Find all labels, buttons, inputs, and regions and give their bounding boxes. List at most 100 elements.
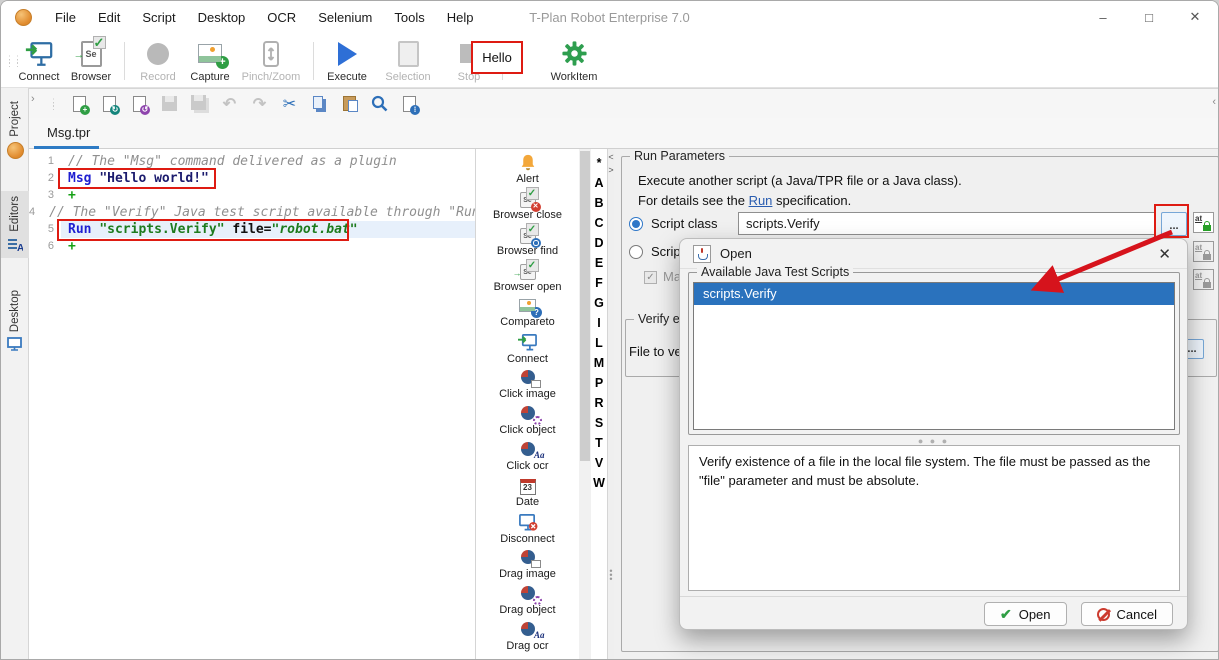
- menu-help[interactable]: Help: [436, 1, 485, 34]
- letter-index-b[interactable]: B: [591, 193, 607, 213]
- sidebar-tab-editors[interactable]: EditorsA: [1, 191, 29, 258]
- paste-button[interactable]: [340, 94, 359, 114]
- letter-index-f[interactable]: F: [591, 273, 607, 293]
- toolbar-overflow-chevron[interactable]: ›: [31, 93, 35, 105]
- save-all-button: [190, 94, 209, 114]
- toolbar-connect-button[interactable]: Connect: [13, 39, 65, 83]
- toolbar-separator: [313, 42, 314, 80]
- command-browser-open[interactable]: Se✓→Browser open: [476, 259, 579, 295]
- run-settings-button[interactable]: ⁝: [400, 94, 419, 114]
- command-disconnect[interactable]: Disconnect: [476, 511, 579, 547]
- run-parameters-title: Run Parameters: [630, 149, 729, 163]
- menu-selenium[interactable]: Selenium: [307, 1, 383, 34]
- dialog-close-icon[interactable]: ✕: [1158, 245, 1171, 263]
- menu-ocr[interactable]: OCR: [256, 1, 307, 34]
- line-number: 3: [29, 187, 61, 204]
- letter-index-e[interactable]: E: [591, 253, 607, 273]
- letter-index-m[interactable]: M: [591, 353, 607, 373]
- project-icon: [7, 142, 24, 159]
- letter-index-v[interactable]: V: [591, 453, 607, 473]
- browser-icon: Se✓→: [81, 39, 102, 69]
- right-collapse-chevron[interactable]: ‹: [1212, 96, 1216, 108]
- toolbar-separator: [124, 42, 125, 80]
- command-browser-find[interactable]: Se✓Browser find: [476, 223, 579, 259]
- variable-lock-icon-disabled: at: [1193, 269, 1214, 290]
- letter-index-p[interactable]: P: [591, 373, 607, 393]
- sidebar-tab-desktop[interactable]: Desktop: [1, 285, 29, 357]
- letter-index-r[interactable]: R: [591, 393, 607, 413]
- letter-index-t[interactable]: T: [591, 433, 607, 453]
- command-drag-object[interactable]: Drag object: [476, 583, 579, 619]
- script-class-field[interactable]: scripts.Verify: [738, 212, 1156, 235]
- command-click-object[interactable]: Click object: [476, 403, 579, 439]
- menu-edit[interactable]: Edit: [87, 1, 131, 34]
- new-from-template-button[interactable]: ↻: [100, 94, 119, 114]
- command-alert[interactable]: Alert: [476, 151, 579, 187]
- command-click-ocr[interactable]: AaClick ocr: [476, 439, 579, 475]
- command-palette-scrollbar[interactable]: [579, 149, 591, 660]
- svg-text:A: A: [17, 243, 23, 253]
- cancel-button[interactable]: Cancel: [1081, 602, 1173, 626]
- menu-script[interactable]: Script: [131, 1, 186, 34]
- toolbar-browser-button[interactable]: Se✓→Browser: [65, 39, 117, 83]
- msg-line-annotation-box: [58, 168, 216, 189]
- app-window: FileEditScriptDesktopOCRSeleniumToolsHel…: [0, 0, 1219, 660]
- sidebar-tab-project[interactable]: Project: [1, 96, 29, 164]
- command-drag-image[interactable]: Drag image: [476, 547, 579, 583]
- cut-button[interactable]: ✂: [280, 94, 299, 114]
- letter-index-c[interactable]: C: [591, 213, 607, 233]
- letter-index-w[interactable]: W: [591, 473, 607, 493]
- maximize-button[interactable]: □: [1126, 1, 1172, 33]
- command-click-image[interactable]: Click image: [476, 367, 579, 403]
- make-checkbox[interactable]: ✓: [644, 271, 657, 284]
- capture-icon: +: [198, 39, 222, 69]
- variable-lock-icon[interactable]: at: [1193, 212, 1214, 233]
- open-button[interactable]: ✔ Open: [984, 602, 1067, 626]
- main-toolbar: ⋮⋮⋮⋮ ConnectSe✓→BrowserRecord+CapturePin…: [1, 34, 1218, 88]
- script-class-radio[interactable]: [629, 217, 643, 231]
- command-date[interactable]: 23Date: [476, 475, 579, 511]
- letter-index-s[interactable]: S: [591, 413, 607, 433]
- open-dialog: Open ✕ Available Java Test Scripts scrip…: [679, 238, 1188, 630]
- toolbar-drag-handle[interactable]: ⋮⋮⋮⋮: [5, 57, 13, 65]
- toolbar-selection-button: Selection: [373, 39, 443, 83]
- new-script-button[interactable]: +: [70, 94, 89, 114]
- command-browser-close[interactable]: Se✓✕Browser close: [476, 187, 579, 223]
- letter-index-a[interactable]: A: [591, 173, 607, 193]
- scrollbar-thumb[interactable]: [580, 151, 590, 461]
- script-file-radio[interactable]: [629, 245, 643, 259]
- close-button[interactable]: ✕: [1172, 1, 1218, 33]
- editor-toolbar-drag-handle[interactable]: ⋮⋮: [49, 100, 57, 108]
- toolbar-capture-button[interactable]: +Capture: [184, 39, 236, 83]
- run-line-annotation-box: [57, 219, 349, 241]
- copy-button[interactable]: [310, 94, 329, 114]
- command-connect[interactable]: Connect: [476, 331, 579, 367]
- toolbar-execute-button[interactable]: Execute: [321, 39, 373, 83]
- variable-lock-icon-disabled: at: [1193, 241, 1214, 262]
- find-button[interactable]: [370, 94, 389, 114]
- run-spec-link[interactable]: Run: [749, 193, 773, 208]
- menu-tools[interactable]: Tools: [383, 1, 435, 34]
- se-close-icon: Se✓✕: [520, 190, 536, 208]
- letter-index-star[interactable]: *: [591, 153, 607, 173]
- command-drag-ocr[interactable]: AaDrag ocr: [476, 619, 579, 655]
- pie-object-icon: [521, 586, 535, 603]
- available-scripts-group: Available Java Test Scripts scripts.Veri…: [688, 272, 1180, 435]
- scripts-list[interactable]: scripts.Verify: [693, 282, 1175, 430]
- toolbar-workitem-button[interactable]: WorkItem: [548, 39, 600, 83]
- tab-msg-tpr[interactable]: Msg.tpr: [47, 125, 90, 140]
- minimize-button[interactable]: –: [1080, 1, 1126, 33]
- menu-desktop[interactable]: Desktop: [187, 1, 257, 34]
- letter-index-i[interactable]: I: [591, 313, 607, 333]
- run-description-line2: For details see the Run specification.: [638, 193, 851, 208]
- editor-tab-bar: Msg.tpr: [29, 118, 1219, 149]
- menu-file[interactable]: File: [44, 1, 87, 34]
- letter-index-g[interactable]: G: [591, 293, 607, 313]
- command-compareto[interactable]: ?Compareto: [476, 295, 579, 331]
- letter-index-d[interactable]: D: [591, 233, 607, 253]
- new-recording-button[interactable]: ↺: [130, 94, 149, 114]
- selection-icon: [398, 39, 419, 69]
- letter-index-l[interactable]: L: [591, 333, 607, 353]
- script-list-item[interactable]: scripts.Verify: [694, 283, 1174, 305]
- editor-toolbar: › ⋮⋮ +↻↺↶↷✂⁝: [29, 88, 1219, 118]
